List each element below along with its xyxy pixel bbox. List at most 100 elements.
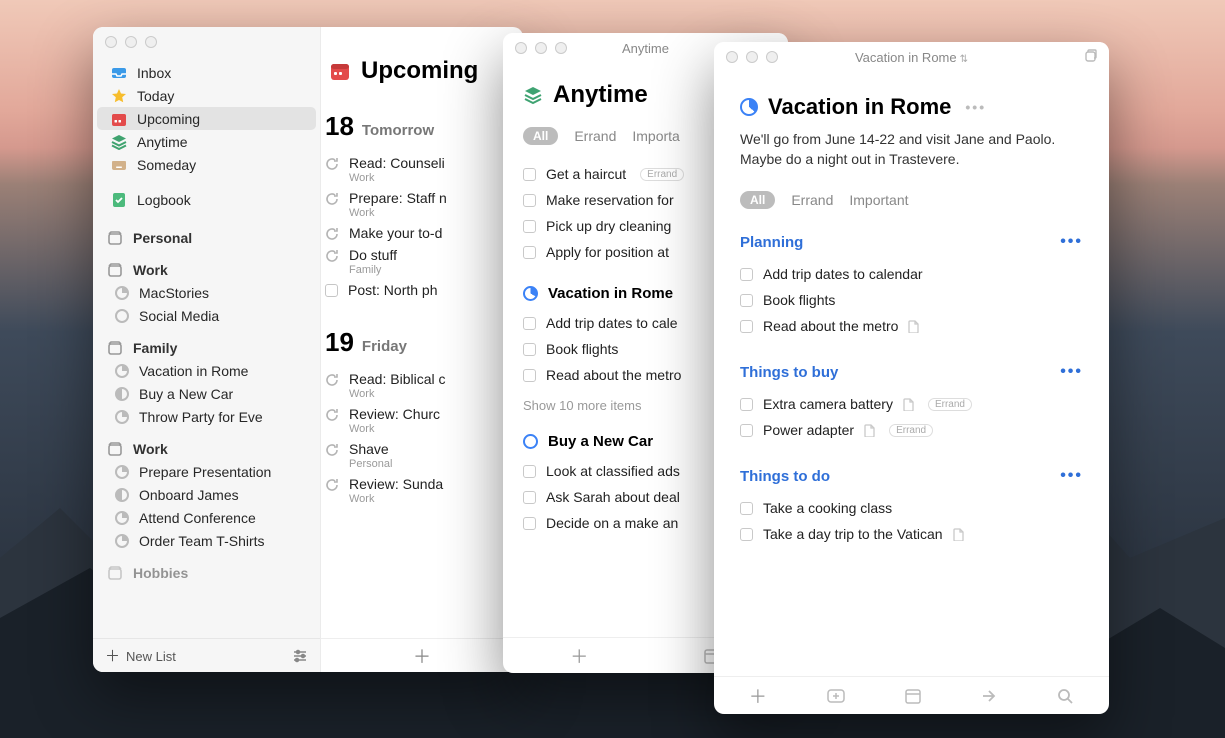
task-row[interactable]: Read: Biblical cWork	[325, 368, 523, 403]
task-row[interactable]: Review: SundaWork	[325, 473, 523, 508]
area-personal[interactable]: Personal	[93, 227, 320, 249]
project-item[interactable]: Buy a New Car	[97, 382, 316, 405]
filter-important[interactable]: Importa	[632, 128, 679, 144]
new-list-button[interactable]: ＋New List	[105, 645, 176, 666]
nav-label: Someday	[137, 157, 196, 173]
nav-today[interactable]: Today	[97, 84, 316, 107]
project-label: Attend Conference	[139, 510, 256, 526]
filter-errand[interactable]: Errand	[574, 128, 616, 144]
project-item[interactable]: MacStories	[97, 281, 316, 304]
repeat-icon	[325, 373, 339, 387]
checkbox[interactable]	[523, 317, 536, 330]
calendar-icon[interactable]	[904, 687, 922, 705]
project-item[interactable]: Social Media	[97, 304, 316, 327]
task-row[interactable]: Take a day trip to the Vatican	[740, 521, 1083, 547]
inbox-icon	[111, 65, 127, 81]
task-row[interactable]: Book flights	[740, 287, 1083, 313]
settings-icon[interactable]	[292, 648, 308, 664]
task-row[interactable]: Extra camera batteryErrand	[740, 391, 1083, 417]
duplicate-icon[interactable]	[1083, 49, 1097, 63]
task-row[interactable]: Post: North ph	[325, 279, 523, 301]
project-label: Order Team T-Shirts	[139, 533, 265, 549]
add-task-button[interactable]: ＋	[321, 643, 523, 669]
task-row[interactable]: Prepare: Staff nWork	[325, 187, 523, 222]
tag[interactable]: Errand	[889, 424, 933, 437]
day-number: 18	[325, 111, 354, 142]
project-item[interactable]: Order Team T-Shirts	[97, 529, 316, 552]
filter-all[interactable]: All	[523, 127, 558, 145]
area-work[interactable]: Work	[93, 259, 320, 281]
area-icon	[107, 565, 123, 581]
checkbox[interactable]	[523, 220, 536, 233]
tag[interactable]: Errand	[928, 398, 972, 411]
task-row[interactable]: Power adapterErrand	[740, 417, 1083, 443]
section-title[interactable]: Planning	[740, 234, 803, 251]
search-icon[interactable]	[1056, 687, 1074, 705]
nav-someday[interactable]: Someday	[97, 153, 316, 176]
nav-logbook[interactable]: Logbook	[97, 188, 316, 211]
checkbox[interactable]	[740, 502, 753, 515]
area-label: Work	[133, 441, 168, 457]
progress-icon	[740, 98, 758, 116]
task-row[interactable]: ShavePersonal	[325, 438, 523, 473]
area-work[interactable]: Work	[93, 438, 320, 460]
traffic-lights[interactable]	[105, 36, 157, 48]
area-family[interactable]: Family	[93, 337, 320, 359]
project-item[interactable]: Attend Conference	[97, 506, 316, 529]
checkbox[interactable]	[523, 517, 536, 530]
checkbox[interactable]	[740, 294, 753, 307]
section-more-icon[interactable]: •••	[1060, 467, 1083, 485]
nav-upcoming[interactable]: Upcoming	[97, 107, 316, 130]
checkbox[interactable]	[523, 343, 536, 356]
nav-anytime[interactable]: Anytime	[97, 130, 316, 153]
nav-inbox[interactable]: Inbox	[97, 61, 316, 84]
traffic-lights[interactable]	[515, 42, 567, 54]
filter-important[interactable]: Important	[849, 192, 908, 208]
checkbox[interactable]	[523, 369, 536, 382]
checkbox[interactable]	[523, 168, 536, 181]
task-area: Family	[349, 264, 397, 276]
project-title: Vacation in Rome •••	[740, 94, 1083, 120]
task-row[interactable]: Add trip dates to calendar	[740, 261, 1083, 287]
section-title[interactable]: Things to buy	[740, 364, 838, 381]
add-task-icon[interactable]: ＋	[749, 683, 767, 709]
move-icon[interactable]	[980, 687, 998, 705]
task-row[interactable]: Take a cooking class	[740, 495, 1083, 521]
add-icon[interactable]: ＋	[570, 643, 588, 669]
checkbox[interactable]	[740, 528, 753, 541]
checkbox[interactable]	[523, 491, 536, 504]
project-label: Throw Party for Eve	[139, 409, 263, 425]
filter-errand[interactable]: Errand	[791, 192, 833, 208]
repeat-icon	[325, 478, 339, 492]
tag[interactable]: Errand	[640, 168, 684, 181]
checkbox[interactable]	[740, 268, 753, 281]
checkbox[interactable]	[740, 398, 753, 411]
checkbox[interactable]	[325, 284, 338, 297]
project-item[interactable]: Throw Party for Eve	[97, 405, 316, 428]
checkbox[interactable]	[523, 246, 536, 259]
more-icon[interactable]: •••	[965, 99, 986, 115]
section-more-icon[interactable]: •••	[1060, 233, 1083, 251]
section-more-icon[interactable]: •••	[1060, 363, 1083, 381]
task-title: Look at classified ads	[546, 463, 680, 479]
project-notes[interactable]: We'll go from June 14-22 and visit Jane …	[740, 130, 1083, 169]
checkbox[interactable]	[523, 194, 536, 207]
add-heading-icon[interactable]	[825, 687, 847, 705]
task-row[interactable]: Read about the metro	[740, 313, 1083, 339]
project-item[interactable]: Vacation in Rome	[97, 359, 316, 382]
task-row[interactable]: Make your to-d	[325, 222, 523, 244]
checkbox[interactable]	[523, 465, 536, 478]
area-hobbies[interactable]: Hobbies	[93, 562, 320, 584]
filter-all[interactable]: All	[740, 191, 775, 209]
project-item[interactable]: Onboard James	[97, 483, 316, 506]
repeat-icon	[325, 249, 339, 263]
task-row[interactable]: Do stuffFamily	[325, 244, 523, 279]
task-title: Read about the metro	[763, 318, 898, 334]
task-row[interactable]: Read: CounseliWork	[325, 152, 523, 187]
checkbox[interactable]	[740, 320, 753, 333]
traffic-lights[interactable]	[726, 51, 778, 63]
project-item[interactable]: Prepare Presentation	[97, 460, 316, 483]
task-row[interactable]: Review: ChurcWork	[325, 403, 523, 438]
checkbox[interactable]	[740, 424, 753, 437]
section-title[interactable]: Things to do	[740, 468, 830, 485]
